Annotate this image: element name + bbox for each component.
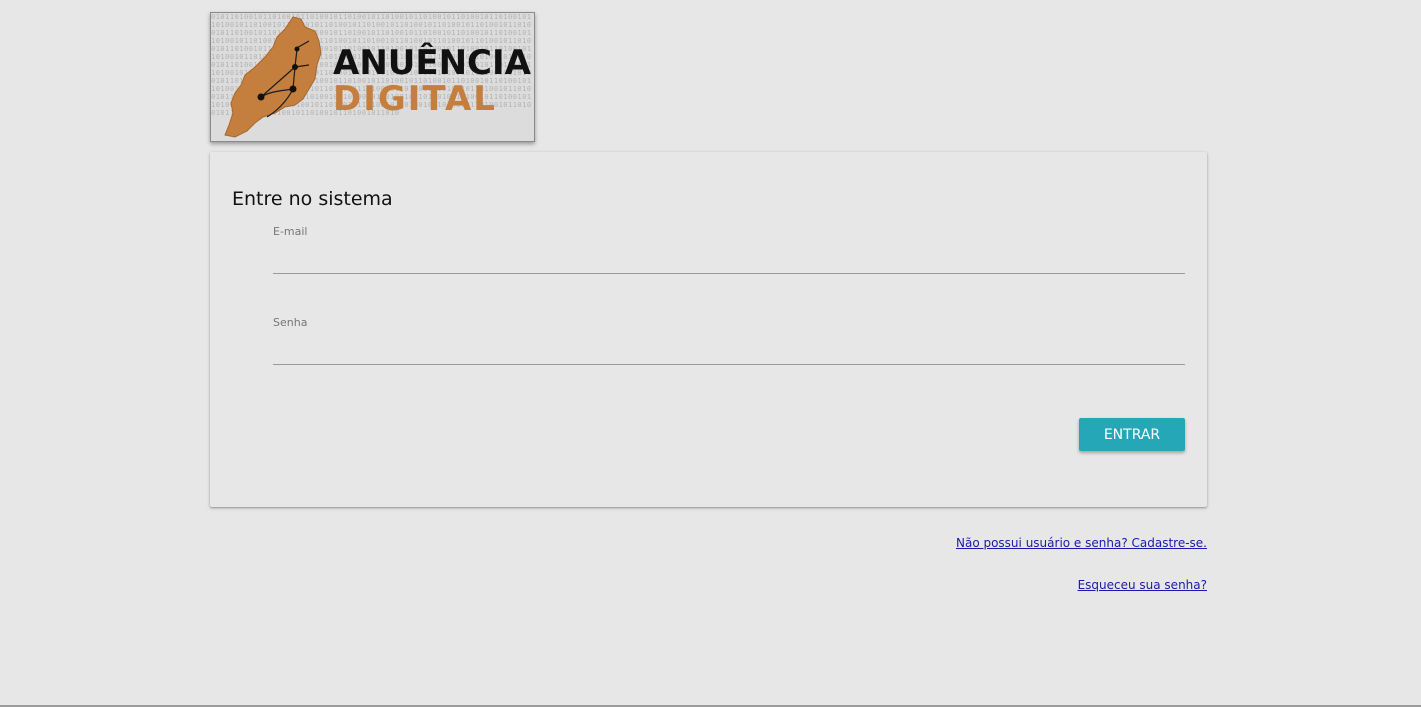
login-page: 0101101001011010010110100101101001011010… — [0, 0, 1421, 707]
password-input[interactable] — [273, 337, 1185, 365]
password-label: Senha — [273, 316, 308, 329]
login-card: Entre no sistema E-mail Senha ENTRAR — [210, 152, 1207, 507]
map-node-icon — [294, 46, 300, 52]
password-field-group: Senha — [273, 316, 1185, 365]
logo-word-digital: DIGITAL — [333, 79, 497, 119]
enter-button[interactable]: ENTRAR — [1079, 418, 1185, 451]
email-field-group: E-mail — [273, 225, 1185, 274]
register-link[interactable]: Não possui usuário e senha? Cadastre-se. — [956, 536, 1207, 550]
logo-word-anuencia: ANUÊNCIA — [333, 43, 531, 83]
login-title: Entre no sistema — [232, 188, 393, 210]
forgot-password-link[interactable]: Esqueceu sua senha? — [1078, 578, 1207, 592]
anuencia-digital-logo: 0101101001011010010110100101101001011010… — [210, 12, 535, 142]
email-label: E-mail — [273, 225, 308, 238]
email-input[interactable] — [273, 246, 1185, 274]
